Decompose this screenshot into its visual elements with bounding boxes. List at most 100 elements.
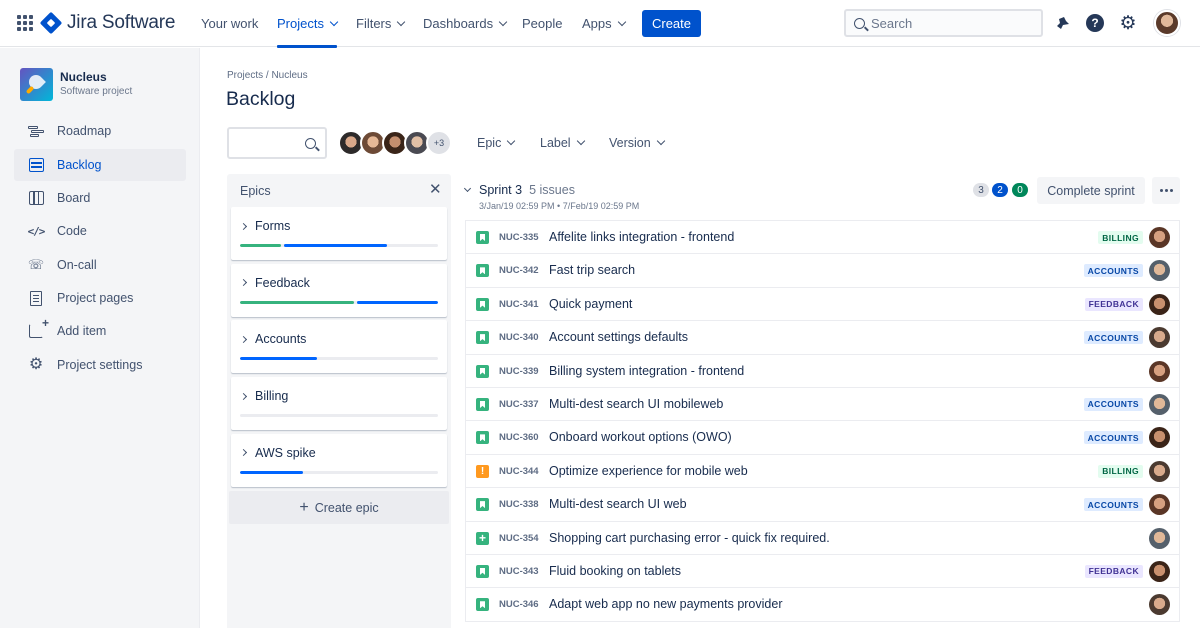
nav-your-work[interactable]: Your work (201, 0, 258, 47)
search-input[interactable] (871, 15, 1031, 31)
nav-apps-label: Apps (582, 16, 612, 31)
issue-key[interactable]: NUC-344 (499, 466, 539, 477)
issue-row[interactable]: ! NUC-344 Optimize experience for mobile w… (465, 454, 1180, 489)
chevron-down-icon[interactable] (463, 184, 472, 193)
issue-key[interactable]: NUC-343 (499, 566, 539, 577)
epic-filter-dropdown[interactable]: Epic (477, 133, 516, 153)
assignee-avatar[interactable] (1149, 327, 1170, 349)
assignee-avatar[interactable] (1149, 293, 1170, 315)
epic-card[interactable]: Forms (231, 207, 447, 260)
sidebar-item-code[interactable]: </> Code (14, 215, 186, 247)
assignee-avatar[interactable] (1149, 594, 1170, 616)
epic-progress-in-progress (356, 300, 438, 304)
nav-dashboards[interactable]: Dashboards (423, 0, 508, 47)
issue-row[interactable]: NUC-343 Fluid booking on tablets FEEDBACK (465, 554, 1180, 589)
jira-logo[interactable]: Jira Software (39, 11, 175, 35)
assignee-avatar[interactable] (1149, 360, 1170, 382)
sidebar-item-board[interactable]: Board (14, 182, 186, 214)
global-search[interactable] (844, 9, 1043, 37)
nav-filters[interactable]: Filters (356, 0, 406, 47)
issue-row[interactable]: NUC-346 Adapt web app no new payments pro… (465, 588, 1180, 622)
assignee-avatar[interactable] (1149, 460, 1170, 482)
issue-key[interactable]: NUC-338 (499, 499, 539, 510)
issue-row[interactable]: NUC-338 Multi-dest search UI web ACCOUNTS (465, 488, 1180, 522)
issue-key[interactable]: NUC-342 (499, 265, 539, 276)
issue-row[interactable]: NUC-342 Fast trip search ACCOUNTS (465, 254, 1180, 288)
sidebar-item-backlog[interactable]: Backlog (14, 149, 186, 181)
issue-row[interactable]: NUC-335 Affelite links integration - fron… (465, 221, 1180, 255)
more-actions-icon[interactable] (1152, 177, 1180, 204)
version-filter-dropdown[interactable]: Version (609, 133, 665, 153)
nav-projects[interactable]: Projects (277, 0, 339, 48)
epic-label-badge[interactable]: BILLING (1098, 231, 1143, 244)
task-add-icon: + (476, 531, 489, 545)
assignee-avatar[interactable] (1149, 260, 1170, 282)
issue-key[interactable]: NUC-341 (499, 299, 539, 310)
epic-progress-bar (240, 470, 438, 474)
issue-row[interactable]: + NUC-354 Shopping cart purchasing error -… (465, 521, 1180, 555)
issue-key[interactable]: NUC-335 (499, 232, 539, 243)
issue-summary: Shopping cart purchasing error - quick f… (549, 530, 830, 545)
epic-name-label: AWS spike (255, 445, 316, 460)
epic-card[interactable]: Billing (231, 377, 447, 431)
user-avatar[interactable] (1154, 10, 1180, 36)
sidebar-item-project-settings[interactable]: ⚙ Project settings (14, 349, 186, 381)
sidebar-item-add-item[interactable]: Add item (14, 315, 186, 347)
nav-people[interactable]: People (522, 0, 562, 47)
create-button[interactable]: Create (642, 10, 701, 37)
help-icon[interactable]: ? (1085, 13, 1105, 33)
issue-row[interactable]: NUC-360 Onboard workout options (OWO) ACCO… (465, 421, 1180, 455)
issue-row[interactable]: NUC-341 Quick payment FEEDBACK (465, 287, 1180, 322)
issue-key[interactable]: NUC-360 (499, 432, 539, 443)
assignee-avatar[interactable] (1149, 427, 1170, 449)
app-switcher-icon[interactable] (17, 15, 33, 31)
epic-label-badge[interactable]: ACCOUNTS (1083, 264, 1143, 278)
epic-name-label: Forms (255, 219, 291, 233)
project-header[interactable]: Nucleus Software project (20, 68, 132, 101)
chevron-right-icon (239, 222, 248, 230)
issue-row[interactable]: NUC-339 Billing system integration - fron… (465, 354, 1180, 388)
close-icon[interactable]: ✕ (429, 182, 442, 197)
label-filter-dropdown[interactable]: Label (540, 133, 585, 153)
epic-name-label: Feedback (255, 275, 310, 290)
project-avatar (20, 68, 53, 101)
issue-key[interactable]: NUC-339 (499, 366, 539, 377)
settings-gear-icon[interactable]: ⚙ (1118, 13, 1138, 33)
backlog-search-input[interactable] (227, 127, 327, 159)
sidebar-item-on-call[interactable]: ☏ On-call (14, 249, 186, 281)
sidebar-item-project-pages[interactable]: Project pages (14, 282, 186, 314)
notifications-icon[interactable] (1052, 13, 1072, 33)
epic-label-badge[interactable]: ACCOUNTS (1083, 431, 1143, 445)
epic-label-badge[interactable]: BILLING (1098, 464, 1143, 478)
epic-card[interactable]: Feedback (231, 263, 447, 317)
sidebar-item-roadmap[interactable]: Roadmap (14, 115, 186, 147)
issue-key[interactable]: NUC-354 (499, 533, 539, 544)
issue-row[interactable]: NUC-340 Account settings defaults ACCOUNTS (465, 321, 1180, 355)
epic-label-badge[interactable]: ACCOUNTS (1083, 331, 1143, 345)
assignee-avatar[interactable] (1149, 527, 1170, 549)
issue-row[interactable]: NUC-337 Multi-dest search UI mobileweb ACC… (465, 387, 1180, 422)
assignee-avatar[interactable] (1149, 494, 1170, 516)
issue-key[interactable]: NUC-337 (499, 399, 539, 410)
epic-card[interactable]: AWS spike (231, 433, 447, 487)
assignee-avatar[interactable] (1149, 560, 1170, 582)
epic-label-badge[interactable]: FEEDBACK (1084, 297, 1143, 311)
breadcrumb[interactable]: Projects / Nucleus (227, 70, 308, 81)
epic-label-badge[interactable]: FEEDBACK (1084, 564, 1143, 578)
assignee-avatar[interactable] (1149, 227, 1170, 248)
issue-summary: Fluid booking on tablets (549, 563, 682, 578)
epic-progress-in-progress (240, 470, 304, 474)
sidebar-item-label: On-call (57, 258, 97, 272)
issue-key[interactable]: NUC-340 (499, 332, 539, 343)
create-epic-button[interactable]: + Create epic (229, 491, 449, 524)
nav-apps[interactable]: Apps (582, 0, 626, 47)
complete-sprint-button[interactable]: Complete sprint (1037, 177, 1145, 204)
more-assignees-badge[interactable]: +3 (426, 130, 452, 156)
story-icon (476, 364, 489, 378)
epic-label-badge[interactable]: ACCOUNTS (1083, 498, 1143, 512)
epic-label-badge[interactable]: ACCOUNTS (1083, 397, 1143, 411)
issue-key[interactable]: NUC-346 (499, 599, 539, 610)
assignee-avatar[interactable] (1149, 393, 1170, 415)
epic-progress-bar (240, 357, 438, 361)
epic-card[interactable]: Accounts (231, 320, 447, 374)
